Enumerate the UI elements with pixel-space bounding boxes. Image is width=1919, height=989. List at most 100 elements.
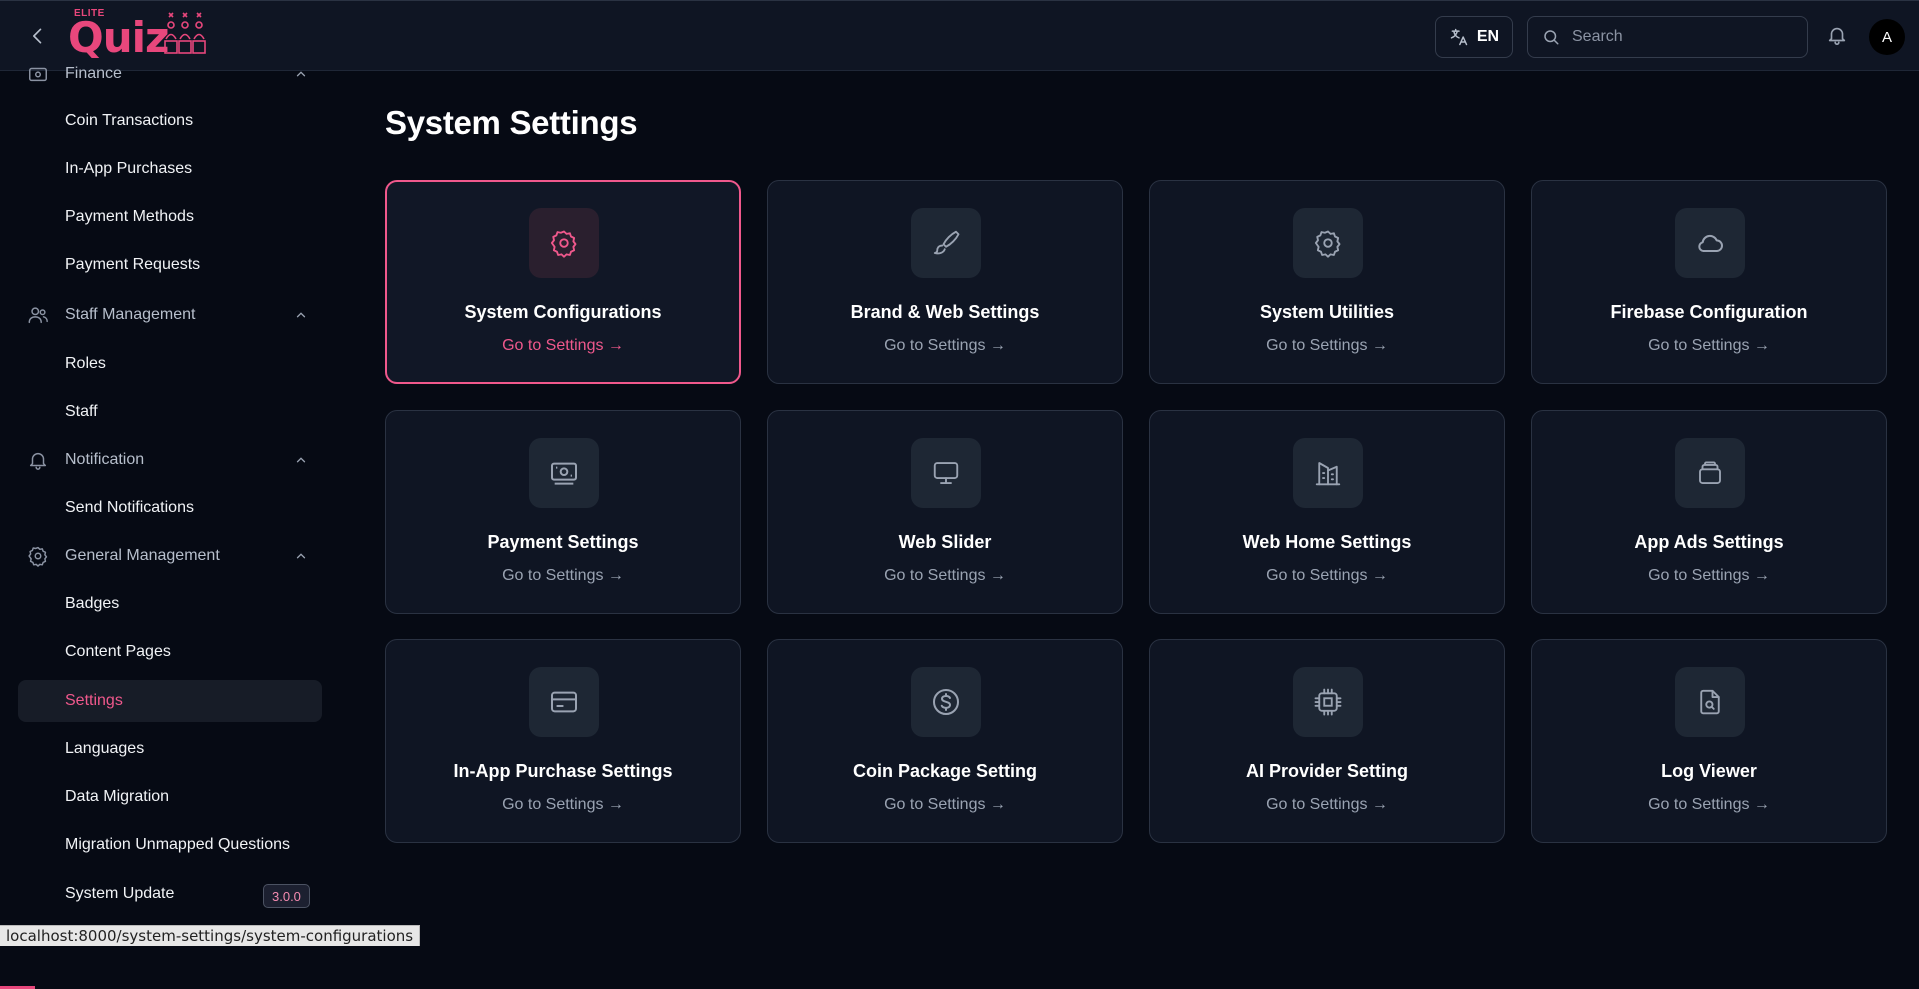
card-link[interactable]: Go to Settings → (386, 567, 740, 585)
sidebar-group-notification[interactable]: Notification (0, 439, 330, 481)
card-title: App Ads Settings (1634, 532, 1784, 552)
chevron-up-icon (293, 307, 309, 323)
sidebar: Finance Coin Transactions In-App Purchas… (0, 65, 330, 989)
card-payment-settings[interactable]: Payment Settings Go to Settings → (385, 410, 741, 614)
card-icon-box (1293, 208, 1363, 278)
notifications-button[interactable] (1826, 24, 1850, 48)
bell-icon (1828, 27, 1846, 45)
sidebar-group-finance[interactable]: Finance (0, 53, 330, 95)
cloud-icon (1698, 234, 1723, 252)
chevron-up-icon (293, 452, 309, 468)
card-link[interactable]: Go to Settings → (1150, 796, 1504, 814)
card-link[interactable]: Go to Settings → (1150, 567, 1504, 585)
sidebar-item-settings[interactable]: Settings (18, 680, 322, 722)
card-link[interactable]: Go to Settings → (1532, 796, 1886, 814)
card-app-ads-settings[interactable]: App Ads Settings Go to Settings → (1531, 410, 1887, 614)
sidebar-group-label: Staff Management (65, 306, 196, 323)
sidebar-item-coin-transactions[interactable]: Coin Transactions (0, 100, 330, 142)
card-icon-box (911, 438, 981, 508)
card-icon-box (1675, 208, 1745, 278)
card-icon-box (1675, 667, 1745, 737)
card-icon-box (1293, 438, 1363, 508)
sidebar-group-label: Finance (65, 65, 122, 82)
dollar-coin-icon (933, 689, 959, 715)
sidebar-item-payment-methods[interactable]: Payment Methods (0, 196, 330, 238)
sidebar-item-send-notifications[interactable]: Send Notifications (0, 487, 330, 529)
card-log-viewer[interactable]: Log Viewer Go to Settings → (1531, 639, 1887, 843)
card-title: Web Home Settings (1242, 532, 1412, 552)
sidebar-item-migration-unmapped-questions[interactable]: Migration Unmapped Questions (0, 824, 330, 866)
chevron-up-icon (293, 548, 309, 564)
search-icon (1544, 30, 1559, 45)
card-web-home-settings[interactable]: Web Home Settings Go to Settings → (1149, 410, 1505, 614)
card-link[interactable]: Go to Settings → (1532, 337, 1886, 355)
sidebar-item-data-migration[interactable]: Data Migration (0, 776, 330, 818)
sidebar-item-badges[interactable]: Badges (0, 583, 330, 625)
sidebar-item-label: Migration Unmapped Questions (65, 836, 291, 853)
avatar[interactable]: A (1869, 19, 1905, 55)
card-icon-box (911, 208, 981, 278)
card-system-configurations[interactable]: System Configurations Go to Settings → (385, 180, 741, 384)
language-label: EN (1476, 28, 1500, 45)
sidebar-item-system-update[interactable]: System Update 3.0.0 (0, 873, 330, 915)
brush-icon (933, 230, 960, 255)
card-web-slider[interactable]: Web Slider Go to Settings → (767, 410, 1123, 614)
sidebar-group-staff-management[interactable]: Staff Management (0, 294, 330, 336)
sidebar-item-in-app-purchases[interactable]: In-App Purchases (0, 148, 330, 190)
card-system-utilities[interactable]: System Utilities Go to Settings → (1149, 180, 1505, 384)
card-brand-web-settings[interactable]: Brand & Web Settings Go to Settings → (767, 180, 1123, 384)
card-link[interactable]: Go to Settings → (386, 796, 740, 814)
sidebar-item-payment-requests[interactable]: Payment Requests (0, 244, 330, 286)
chevron-up-icon (293, 66, 309, 82)
sidebar-item-label: Settings (65, 692, 123, 709)
search-input[interactable] (1570, 27, 1794, 47)
card-link[interactable]: Go to Settings → (387, 337, 739, 355)
sidebar-item-label: Send Notifications (65, 499, 194, 516)
version-badge: 3.0.0 (263, 884, 310, 908)
card-title: Brand & Web Settings (850, 302, 1040, 322)
sidebar-item-staff[interactable]: Staff (0, 391, 330, 433)
sidebar-group-general-management[interactable]: General Management (0, 535, 330, 577)
gear-icon (1314, 230, 1341, 258)
card-title: Web Slider (898, 532, 992, 552)
cash-icon (551, 462, 577, 485)
sidebar-item-content-pages[interactable]: Content Pages (0, 631, 330, 673)
sidebar-group-label: Notification (65, 451, 145, 468)
card-title: Payment Settings (487, 532, 639, 552)
stack-icon (1699, 461, 1721, 484)
sidebar-item-languages[interactable]: Languages (0, 728, 330, 770)
card-title: Log Viewer (1661, 761, 1757, 781)
card-link[interactable]: Go to Settings → (768, 337, 1122, 355)
sidebar-item-label: Coin Transactions (65, 112, 194, 129)
card-link[interactable]: Go to Settings → (1532, 567, 1886, 585)
page-title: System Settings (385, 104, 638, 141)
language-button[interactable]: EN (1435, 16, 1513, 58)
gear-icon (26, 544, 50, 568)
search-box[interactable] (1527, 16, 1808, 58)
card-link[interactable]: Go to Settings → (768, 567, 1122, 585)
credit-card-icon (551, 691, 577, 713)
sidebar-item-label: Content Pages (65, 643, 171, 660)
card-link[interactable]: Go to Settings → (768, 796, 1122, 814)
sidebar-item-roles[interactable]: Roles (0, 343, 330, 385)
card-title: AI Provider Setting (1245, 761, 1409, 781)
sidebar-item-label: In-App Purchases (65, 160, 193, 177)
card-link[interactable]: Go to Settings → (1150, 337, 1504, 355)
card-in-app-purchase-settings[interactable]: In-App Purchase Settings Go to Settings … (385, 639, 741, 843)
card-icon-box (529, 438, 599, 508)
sidebar-item-label: Badges (65, 595, 120, 612)
file-search-icon (1700, 689, 1720, 715)
sidebar-item-label: Payment Methods (65, 208, 194, 225)
card-coin-package-setting[interactable]: Coin Package Setting Go to Settings → (767, 639, 1123, 843)
card-firebase-configuration[interactable]: Firebase Configuration Go to Settings → (1531, 180, 1887, 384)
back-button[interactable] (26, 24, 50, 48)
cpu-icon (1314, 688, 1342, 716)
gear-icon (550, 230, 577, 258)
card-title: System Configurations (464, 302, 662, 322)
users-icon (26, 303, 50, 327)
card-icon-box (911, 667, 981, 737)
sidebar-group-label: General Management (65, 547, 220, 564)
translate-icon (1450, 28, 1468, 46)
card-ai-provider-setting[interactable]: AI Provider Setting Go to Settings → (1149, 639, 1505, 843)
card-icon-box (529, 667, 599, 737)
